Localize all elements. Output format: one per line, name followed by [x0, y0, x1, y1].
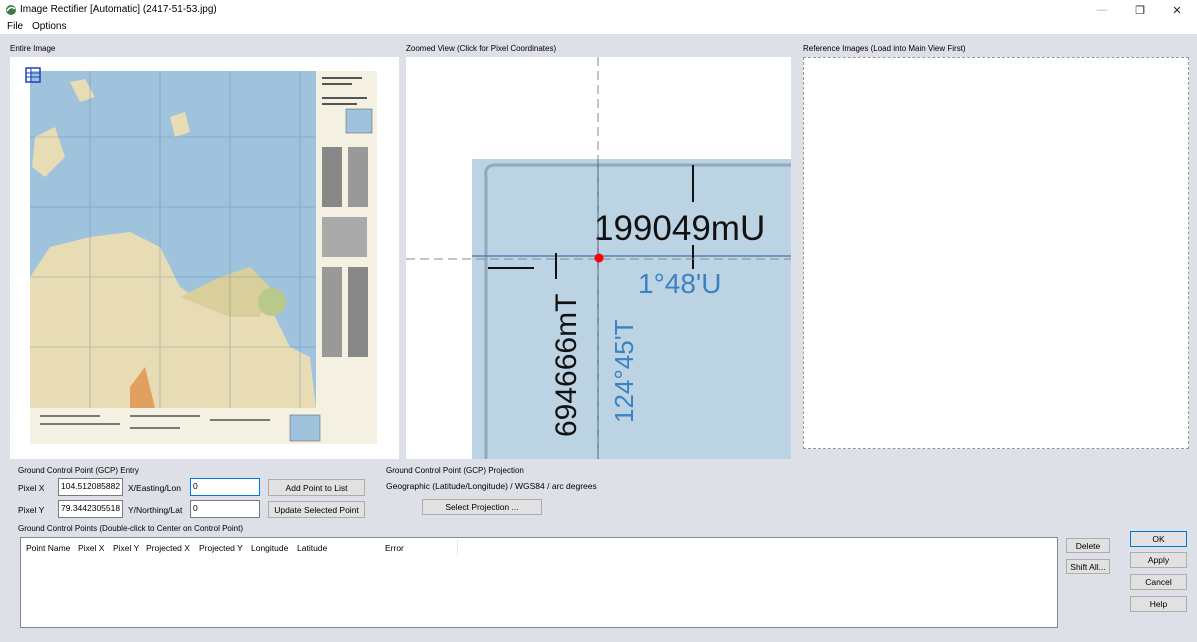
entire-image-panel[interactable]: [10, 57, 399, 459]
ok-button-label: OK: [1152, 534, 1165, 544]
menu-file[interactable]: File: [7, 21, 23, 32]
selected-pixel-point[interactable]: [594, 253, 604, 263]
gcp-entry-label: Ground Control Point (GCP) Entry: [18, 466, 139, 475]
gcp-list-label: Ground Control Points (Double-click to C…: [18, 524, 243, 533]
apply-button-label: Apply: [1147, 555, 1170, 565]
restore-button[interactable]: ❐: [1120, 0, 1160, 20]
apply-button[interactable]: Apply: [1130, 552, 1187, 568]
column-header-longitude[interactable]: Longitude: [251, 543, 288, 553]
menu-bar: File Options: [0, 20, 1197, 34]
entire-image-label: Entire Image: [10, 44, 56, 53]
window-title: Image Rectifier [Automatic] (2417-51-53.…: [20, 4, 217, 15]
help-button[interactable]: Help: [1130, 596, 1187, 612]
map-bottom-inset: [289, 414, 321, 442]
y-northing-lat-label: Y/Northing/Lat: [128, 505, 183, 515]
map-inset: [345, 108, 373, 134]
zoomed-view-label: Zoomed View (Click for Pixel Coordinates…: [406, 44, 557, 53]
update-selected-point-label: Update Selected Point: [274, 504, 359, 515]
pixel-x-value: 104.512085882: [61, 481, 121, 491]
table-header: Point Name Pixel X Pixel Y Projected X P…: [21, 538, 457, 556]
add-point-button-label: Add Point to List: [285, 482, 348, 493]
zoomed-view-panel[interactable]: 199049mU 1°48'U 694666mT 124°45'T: [406, 57, 791, 459]
easting-label: 199049mU: [594, 209, 765, 248]
column-header-error[interactable]: Error: [385, 543, 404, 553]
column-header-projected-x[interactable]: Projected X: [146, 543, 190, 553]
y-northing-lat-field[interactable]: 0: [190, 500, 260, 518]
column-header-pixel-y[interactable]: Pixel Y: [113, 543, 139, 553]
select-projection-button[interactable]: Select Projection ...: [422, 499, 542, 515]
ok-button[interactable]: OK: [1130, 531, 1187, 547]
column-header-pixel-x[interactable]: Pixel X: [78, 543, 104, 553]
x-easting-lon-label: X/Easting/Lon: [128, 483, 181, 493]
reference-images-panel[interactable]: [803, 57, 1189, 449]
zoomed-view-canvas[interactable]: 199049mU 1°48'U 694666mT 124°45'T: [406, 57, 791, 459]
projection-value: Geographic (Latitude/Longitude) / WGS84 …: [386, 481, 597, 491]
column-header-latitude[interactable]: Latitude: [297, 543, 327, 553]
map-bottom-margin: [30, 408, 377, 444]
pixel-y-label: Pixel Y: [18, 505, 45, 515]
restore-icon: ❐: [1135, 4, 1145, 17]
column-header-projected-y[interactable]: Projected Y: [199, 543, 243, 553]
column-divider: [457, 540, 458, 555]
help-button-label: Help: [1149, 599, 1168, 609]
select-projection-label: Select Projection ...: [445, 502, 519, 512]
gcp-list-table[interactable]: Point Name Pixel X Pixel Y Projected X P…: [20, 537, 1058, 628]
shift-all-button-label: Shift All...: [1070, 561, 1106, 572]
app-icon: [6, 5, 16, 15]
menu-options[interactable]: Options: [32, 21, 66, 32]
lon-degrees-label: 124°45'T: [609, 319, 639, 423]
gcp-projection-label: Ground Control Point (GCP) Projection: [386, 466, 524, 475]
y-northing-lat-value: 0: [193, 503, 198, 513]
map-highland: [258, 288, 286, 316]
minimize-icon: —: [1096, 4, 1108, 16]
shift-all-button[interactable]: Shift All...: [1066, 559, 1110, 574]
lat-minutes-label: 1°48'U: [638, 268, 721, 299]
minimize-button[interactable]: —: [1082, 0, 1122, 20]
update-selected-point-button[interactable]: Update Selected Point: [268, 501, 365, 518]
pixel-x-label: Pixel X: [18, 483, 45, 493]
pixel-y-field[interactable]: 79.3442305518: [58, 500, 123, 518]
cancel-button-label: Cancel: [1145, 577, 1172, 587]
close-icon: ✕: [1172, 4, 1182, 17]
delete-button-label: Delete: [1075, 540, 1101, 551]
x-easting-lon-value: 0: [193, 481, 198, 491]
title-bar: Image Rectifier [Automatic] (2417-51-53.…: [0, 0, 1197, 20]
northing-label: 694666mT: [550, 294, 583, 437]
cancel-button[interactable]: Cancel: [1130, 574, 1187, 590]
delete-button[interactable]: Delete: [1066, 538, 1110, 553]
x-easting-lon-field[interactable]: 0: [190, 478, 260, 496]
close-button[interactable]: ✕: [1157, 0, 1197, 20]
pixel-y-value: 79.3442305518: [61, 503, 121, 513]
reference-images-label: Reference Images (Load into Main View Fi…: [803, 44, 966, 53]
pixel-x-field[interactable]: 104.512085882: [58, 478, 123, 496]
column-header-point-name[interactable]: Point Name: [26, 543, 70, 553]
add-point-button[interactable]: Add Point to List: [268, 479, 365, 496]
map-overview[interactable]: [10, 57, 399, 459]
